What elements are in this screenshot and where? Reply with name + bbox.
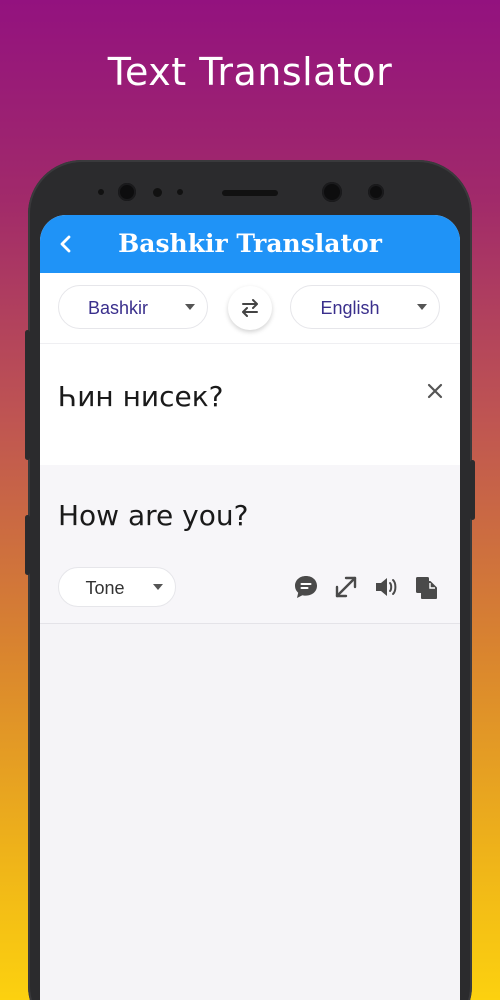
translated-text: How are you?	[58, 499, 249, 532]
phone-front-camera	[118, 183, 136, 201]
swap-arrows-icon	[242, 299, 258, 317]
target-language-dropdown[interactable]: English	[290, 285, 440, 329]
copy-button[interactable]	[412, 573, 440, 601]
app-title: Bashkir Translator	[118, 229, 382, 258]
source-text[interactable]: Һин нисек?	[58, 380, 224, 413]
dropdown-caret-icon	[185, 304, 195, 310]
phone-camera	[322, 182, 342, 202]
phone-side-button	[25, 515, 30, 575]
speaker-volume-icon	[376, 578, 397, 596]
phone-side-button	[25, 330, 30, 460]
close-icon	[427, 383, 443, 399]
source-text-area[interactable]: Һин нисек?	[40, 344, 460, 465]
phone-sensor	[153, 188, 162, 197]
expand-diagonal-icon	[335, 576, 357, 598]
phone-sensor	[98, 189, 104, 195]
phone-sensor	[177, 189, 183, 195]
phone-side-button	[470, 460, 475, 520]
tone-dropdown[interactable]: Tone	[58, 567, 176, 607]
target-language-label: English	[320, 298, 380, 318]
phone-speaker-grille	[222, 190, 278, 196]
speak-button[interactable]	[372, 573, 400, 601]
language-selector-row: Bashkir English	[40, 273, 460, 344]
phone-camera	[368, 184, 384, 200]
clear-text-button[interactable]	[424, 380, 446, 402]
source-language-label: Bashkir	[87, 298, 149, 318]
chat-bubble-icon	[295, 576, 317, 598]
chat-button[interactable]	[292, 573, 320, 601]
tone-label: Tone	[85, 578, 125, 598]
dropdown-caret-icon	[153, 584, 163, 590]
copy-documents-icon	[416, 577, 437, 599]
source-language-dropdown[interactable]: Bashkir	[58, 285, 208, 329]
translation-output-area: How are you? Tone	[40, 465, 460, 624]
promo-title: Text Translator	[107, 50, 393, 94]
app-bar: Bashkir Translator	[40, 215, 460, 273]
expand-button[interactable]	[332, 573, 360, 601]
swap-languages-button[interactable]	[228, 286, 272, 330]
app-screen: Bashkir Translator Bashkir English Һин н…	[40, 215, 460, 1000]
dropdown-caret-icon	[417, 304, 427, 310]
